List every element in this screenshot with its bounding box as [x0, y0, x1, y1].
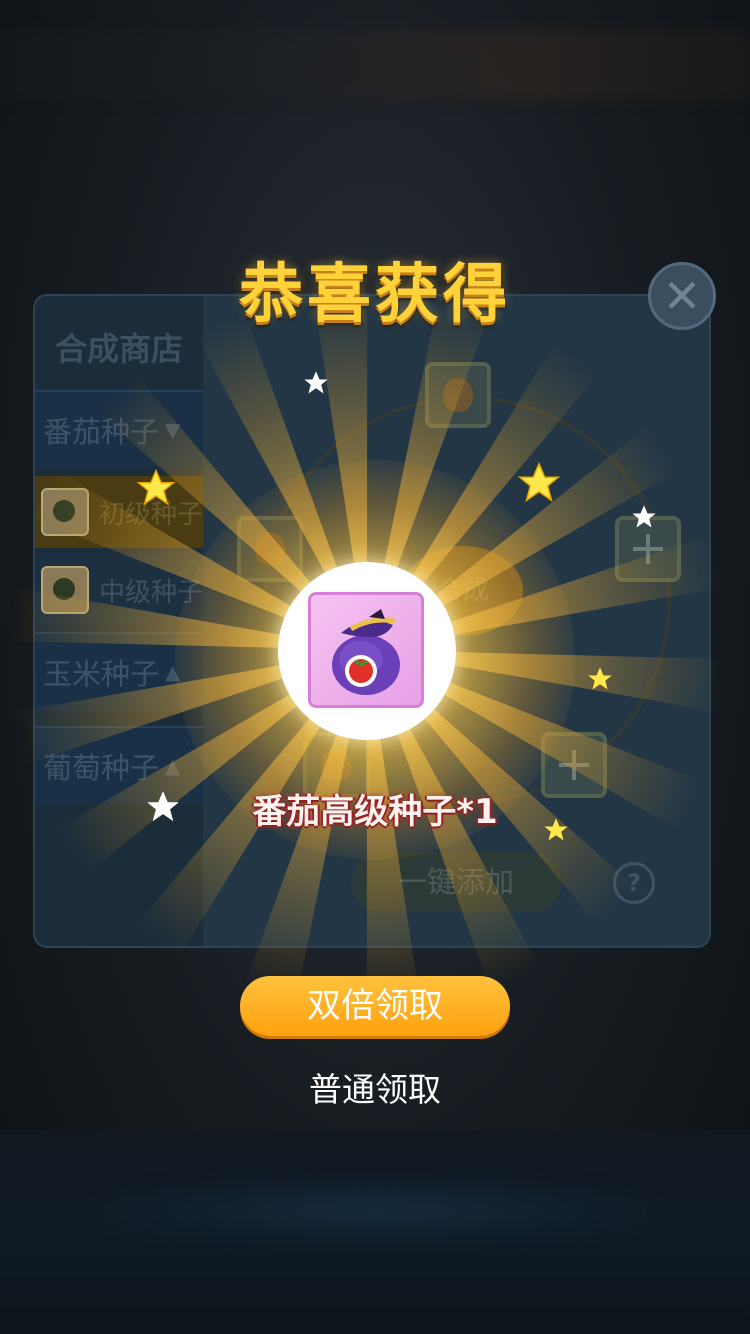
arrow-down-icon: ▼ — [165, 418, 181, 442]
category-label: 葡萄种子 — [43, 751, 160, 785]
double-claim-button[interactable]: 双倍领取 — [240, 976, 510, 1036]
star-icon — [588, 667, 612, 690]
dialog-title: 恭喜获得 — [239, 258, 511, 332]
star-icon — [517, 461, 561, 503]
slot-top[interactable] — [425, 362, 491, 428]
seed-bag-icon — [41, 488, 89, 536]
category-label: 番茄种子 — [43, 415, 160, 449]
reward-item-circle — [278, 562, 456, 740]
sub-item-basic-seed[interactable]: 初级种子 — [35, 476, 203, 548]
normal-claim-button[interactable]: 普通领取 — [0, 1063, 750, 1111]
arrow-up-icon: ▲ — [165, 754, 181, 778]
help-icon[interactable]: ? — [613, 862, 655, 904]
star-icon — [632, 505, 656, 528]
reward-name: 番茄高级种子*1 — [252, 792, 498, 832]
seed-bag-icon — [332, 609, 400, 695]
one-key-add-button[interactable]: 一键添加 — [351, 852, 561, 912]
reward-card — [308, 592, 424, 708]
seed-bag-icon — [41, 566, 89, 614]
star-icon — [147, 791, 179, 822]
sub-item-mid-seed[interactable]: 中级种子 — [35, 554, 203, 626]
background-top-bar — [0, 30, 750, 100]
star-icon — [304, 371, 328, 394]
star-icon — [136, 468, 176, 506]
category-tomato[interactable]: 番茄种子 ▼ — [35, 390, 203, 468]
background-bottom-bar — [0, 1130, 750, 1334]
category-label: 玉米种子 — [43, 657, 160, 691]
star-icon — [544, 818, 568, 841]
